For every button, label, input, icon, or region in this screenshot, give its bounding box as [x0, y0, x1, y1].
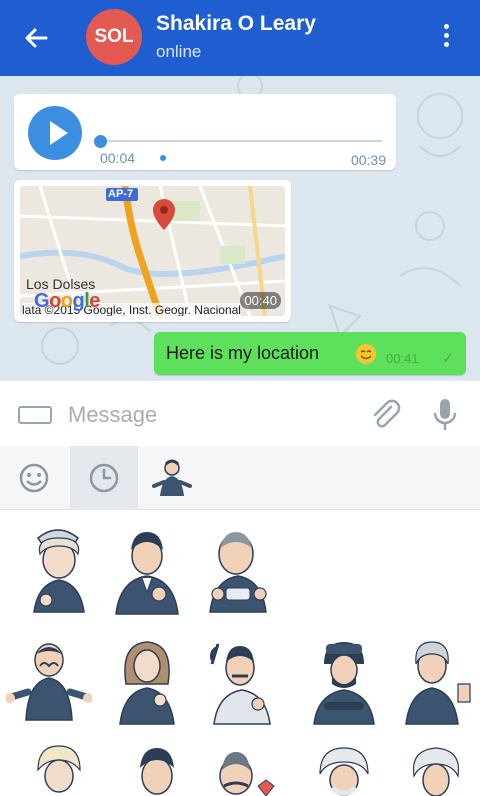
tab-sticker-pack[interactable] [138, 446, 206, 510]
message-text: Here is my location [166, 343, 320, 363]
sticker[interactable] [300, 634, 386, 726]
chat-header: SOL Shakira O Leary online [0, 0, 480, 76]
voice-progress-handle[interactable] [94, 135, 107, 148]
sticker-tab-bar [0, 446, 480, 510]
sticker-grid [0, 510, 480, 796]
outgoing-message-bubble: Here is my location 00:41 ✓ [154, 332, 466, 375]
more-options-icon[interactable] [438, 24, 454, 54]
recent-clock-icon [89, 463, 119, 493]
read-check-icon: ✓ [442, 350, 454, 366]
sticker[interactable] [394, 740, 480, 796]
location-time: 00:40 [240, 292, 281, 309]
sticker[interactable] [300, 740, 386, 796]
back-arrow-icon[interactable] [20, 22, 52, 54]
voice-progress-track[interactable] [98, 140, 382, 142]
road-label: AP-7 [108, 188, 134, 200]
contact-status: online [156, 42, 202, 61]
voice-elapsed-time: 00:04 [100, 150, 136, 166]
attach-paperclip-icon[interactable] [369, 398, 403, 432]
sticker-pack-thumbnail [152, 459, 192, 496]
map-preview[interactable]: AP-7 Los Dolses lata ©2015 Google, Inst.… [20, 186, 285, 316]
play-button[interactable] [28, 106, 82, 160]
message-input[interactable] [68, 399, 358, 431]
microphone-icon[interactable] [430, 397, 460, 433]
sticker[interactable] [6, 634, 92, 726]
message-time: 00:41 [386, 351, 419, 366]
location-message-bubble[interactable]: AP-7 Los Dolses lata ©2015 Google, Inst.… [14, 180, 291, 322]
unplayed-dot-icon [160, 155, 166, 161]
google-logo: Google [34, 290, 100, 312]
voice-duration: 00:39 [350, 152, 386, 168]
avatar[interactable]: SOL [86, 9, 142, 65]
smiling-emoji-icon [356, 344, 376, 364]
tab-recent[interactable] [70, 446, 138, 510]
sticker[interactable] [16, 740, 102, 796]
sticker[interactable] [196, 524, 282, 616]
sticker[interactable] [114, 740, 200, 796]
contact-name[interactable]: Shakira O Leary [156, 12, 316, 36]
sticker[interactable] [104, 634, 190, 726]
voice-message-bubble: 00:04 00:39 [14, 94, 396, 170]
keyboard-icon[interactable] [18, 406, 52, 424]
tab-emoji[interactable] [0, 446, 68, 510]
sticker[interactable] [104, 524, 190, 616]
avatar-initials: SOL [94, 26, 134, 47]
message-input-bar [0, 380, 480, 446]
emoji-icon [19, 463, 49, 493]
chat-area: 00:04 00:39 AP-7 Los Dolses lata ©2015 G… [0, 76, 480, 380]
sticker[interactable] [200, 634, 286, 726]
sticker[interactable] [16, 524, 102, 616]
sticker[interactable] [196, 740, 282, 796]
sticker[interactable] [394, 634, 480, 726]
